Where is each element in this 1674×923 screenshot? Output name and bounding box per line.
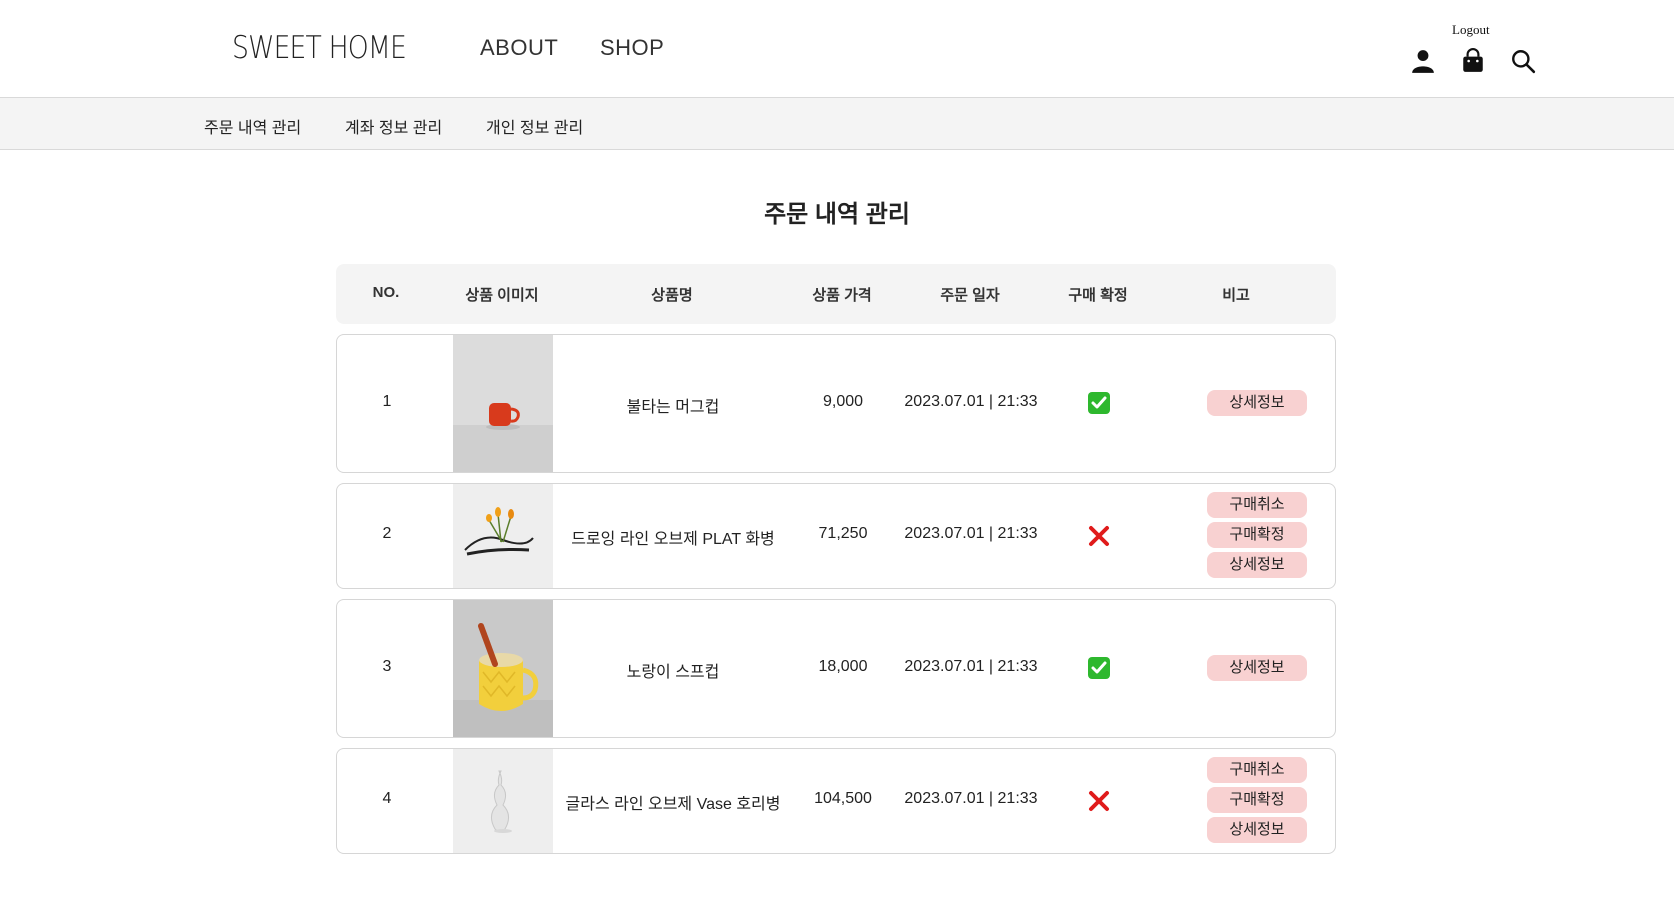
nav-shop-link[interactable]: SHOP (600, 35, 664, 61)
cancel-purchase-button[interactable]: 구매취소 (1207, 492, 1307, 518)
product-price: 71,250 (818, 525, 868, 542)
page-title: 주문 내역 관리 (764, 201, 910, 228)
col-header-note: 비고 (1222, 287, 1250, 304)
product-image-yellow-soup-cup[interactable] (453, 600, 553, 737)
detail-button[interactable]: 상세정보 (1207, 390, 1307, 416)
col-header-price: 상품 가격 (812, 287, 872, 304)
user-icon[interactable] (1410, 48, 1436, 74)
col-header-name: 상품명 (651, 287, 693, 304)
logout-link[interactable]: Logout (1452, 22, 1490, 38)
top-header: SWEET HOME ABOUT SHOP Logout (0, 0, 1674, 98)
subnav-personal-info[interactable]: 개인 정보 관리 (486, 114, 583, 138)
order-date: 2023.07.01 | 21:33 (904, 658, 1038, 675)
order-date: 2023.07.01 | 21:33 (904, 790, 1038, 807)
row-number: 1 (382, 393, 392, 410)
detail-button[interactable]: 상세정보 (1207, 817, 1307, 843)
check-mark-icon (1087, 656, 1111, 680)
product-image-vase-drawing[interactable] (453, 484, 553, 588)
col-header-image: 상품 이미지 (465, 287, 539, 304)
product-image-glass-vase[interactable] (453, 749, 553, 853)
detail-button[interactable]: 상세정보 (1207, 552, 1307, 578)
subnav-account-info[interactable]: 계좌 정보 관리 (345, 114, 442, 138)
row-number: 2 (382, 525, 392, 542)
cross-mark-icon (1087, 524, 1111, 548)
table-row: 4 글라스 라인 오브제 Vase 호리병 104,500 2023.07.01… (336, 748, 1336, 854)
table-row: 2 드로잉 라인 오브제 PLAT 화병 71,250 2023.07.01 |… (336, 483, 1336, 589)
table-header: NO. 상품 이미지 상품명 상품 가격 주문 일자 구매 확정 비고 (336, 264, 1336, 324)
table-row: 1 불타는 머그컵 9,000 2023.07.01 | 21:33 상세정보 (336, 334, 1336, 473)
site-logo[interactable]: SWEET HOME (232, 30, 407, 66)
product-image-red-mug[interactable] (453, 335, 553, 472)
check-mark-icon (1087, 391, 1111, 415)
row-number: 4 (382, 790, 392, 807)
search-icon[interactable] (1510, 48, 1536, 74)
cancel-purchase-button[interactable]: 구매취소 (1207, 757, 1307, 783)
col-header-date: 주문 일자 (940, 287, 1000, 304)
confirm-purchase-button[interactable]: 구매확정 (1207, 522, 1307, 548)
table-row: 3 노랑이 스프컵 18,000 2023.07.01 | 21:33 상세정보 (336, 599, 1336, 738)
subnav-order-history[interactable]: 주문 내역 관리 (204, 114, 301, 138)
shopping-bag-icon[interactable] (1460, 48, 1486, 74)
confirm-purchase-button[interactable]: 구매확정 (1207, 787, 1307, 813)
cross-mark-icon (1087, 789, 1111, 813)
product-price: 18,000 (818, 658, 868, 675)
col-header-confirmed: 구매 확정 (1068, 287, 1128, 304)
product-price: 9,000 (822, 393, 864, 410)
col-header-no: NO. (372, 284, 400, 301)
order-date: 2023.07.01 | 21:33 (904, 393, 1038, 410)
nav-about-link[interactable]: ABOUT (480, 35, 558, 61)
product-name[interactable]: 불타는 머그컵 (553, 393, 793, 417)
product-name[interactable]: 드로잉 라인 오브제 PLAT 화병 (553, 525, 793, 549)
product-name[interactable]: 글라스 라인 오브제 Vase 호리병 (553, 790, 793, 814)
detail-button[interactable]: 상세정보 (1207, 655, 1307, 681)
row-number: 3 (382, 658, 392, 675)
mypage-subnav: 주문 내역 관리 계좌 정보 관리 개인 정보 관리 (0, 98, 1674, 150)
product-name[interactable]: 노랑이 스프컵 (553, 658, 793, 682)
order-date: 2023.07.01 | 21:33 (904, 525, 1038, 542)
product-price: 104,500 (814, 790, 872, 807)
